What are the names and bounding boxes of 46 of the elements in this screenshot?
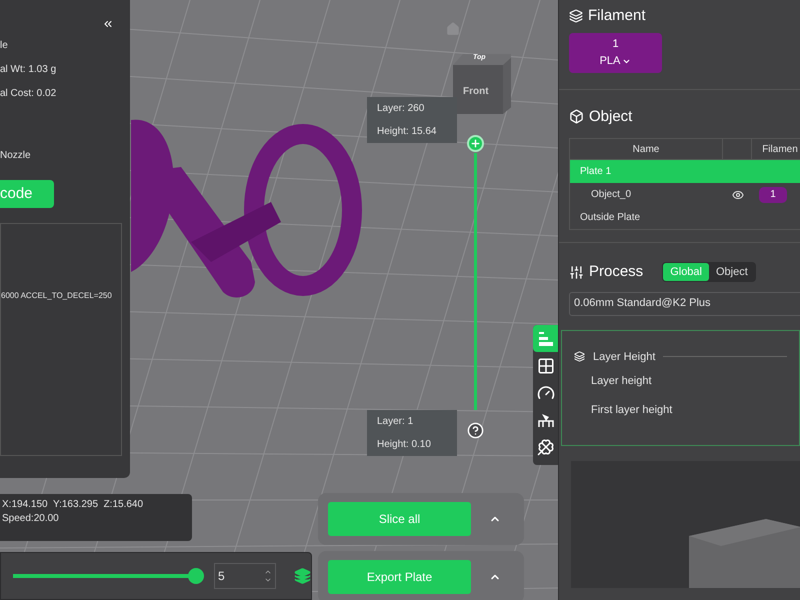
eye-icon[interactable] — [732, 188, 744, 200]
view-cube-drawing[interactable] — [453, 52, 511, 114]
layer-height: Height: 0.10 — [377, 438, 432, 452]
move-slider-thumb[interactable] — [188, 568, 204, 584]
process-title: Process — [589, 262, 644, 282]
sliders-icon — [569, 264, 584, 280]
slice-info-text: al Wt: 1.03 g — [0, 63, 56, 77]
slice-info-text: al Cost: 0.02 — [0, 87, 56, 101]
layer-number: Layer: 260 — [377, 102, 426, 116]
process-tab[interactable]: Object — [708, 263, 755, 282]
step-input[interactable]: 5 — [214, 563, 276, 589]
object-title: Object — [589, 106, 632, 126]
setting-label: First layer height — [591, 402, 674, 418]
readout-line: Speed:20.00 — [2, 512, 60, 526]
nozzle-label: Nozzle — [0, 149, 31, 163]
spool-icon — [569, 9, 583, 24]
clover-icon — [536, 438, 554, 456]
log-line: 6000 ACCEL_TO_DECEL=250 — [1, 290, 113, 302]
filament-badge: 1 — [759, 186, 787, 202]
filament-slot[interactable]: 1 PLA — [569, 32, 662, 72]
readout-line: X:194.150 Y:163.295 Z:15.640 — [2, 498, 144, 512]
help-icon[interactable] — [467, 422, 484, 439]
layers-icon[interactable] — [294, 567, 311, 585]
column-header: Filamen — [761, 142, 799, 156]
spin-up-icon[interactable] — [264, 568, 272, 576]
layer-bars-icon — [536, 330, 554, 348]
cube-icon — [569, 109, 584, 124]
filament-title: Filament — [588, 6, 646, 26]
layer-slider-track[interactable] — [474, 153, 477, 410]
cube-front-label: Front — [463, 85, 489, 99]
spin-down-icon[interactable] — [264, 576, 272, 584]
move-slider-track[interactable] — [13, 568, 204, 584]
layers-icon — [574, 351, 585, 362]
layer-slider-handle[interactable] — [467, 135, 484, 152]
tree-row[interactable]: Outside Plate — [570, 206, 800, 229]
layer-height: Height: 15.64 — [377, 125, 438, 139]
column-header: Name — [570, 139, 723, 159]
setting-label: Layer height — [591, 374, 653, 389]
slice-info-text: le — [0, 39, 9, 53]
group-title: Layer Height — [593, 350, 656, 364]
layer-number: Layer: 1 — [377, 415, 414, 429]
collapse-icon[interactable] — [102, 18, 114, 30]
tree-row[interactable]: Object_0 1 — [570, 183, 800, 206]
grid-icon — [536, 356, 554, 374]
preset-dropdown[interactable]: 0.06mm Standard@K2 Plus — [569, 292, 800, 316]
gauge-icon — [536, 384, 554, 402]
